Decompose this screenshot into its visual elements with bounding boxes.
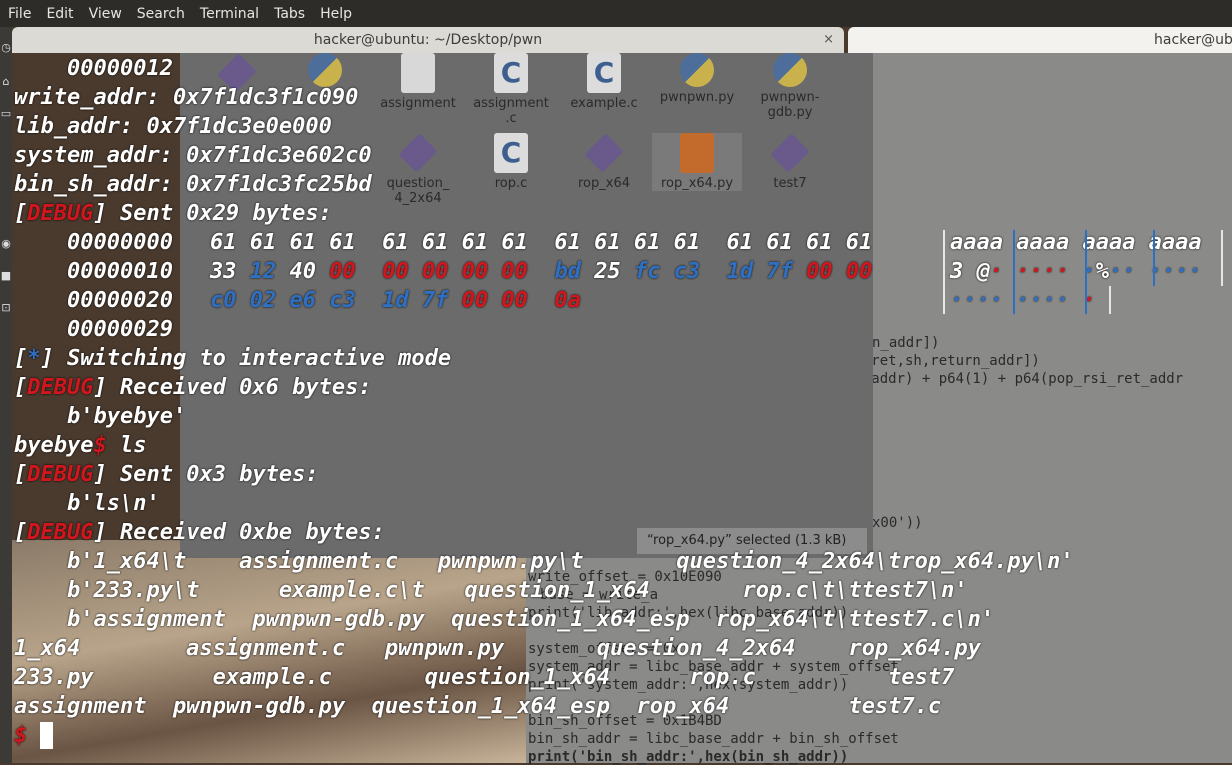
terminal-line: b'233.py\t example.c\t question_1_x64 ro… — [14, 578, 968, 603]
hexdump-bytes: c0 02 e6 c3 1d 7f 00 00 0a — [210, 288, 581, 313]
hexdump-border — [943, 230, 945, 314]
menu-tabs[interactable]: Tabs — [266, 6, 312, 22]
terminal-line: system_addr: 0x7f1dc3e602c0 — [14, 143, 372, 168]
file-item-pwnpwn-py[interactable]: pwnpwn.py — [652, 53, 742, 105]
terminal-line: [DEBUG] Received 0x6 bytes: — [14, 375, 372, 400]
hexdump-ascii: aaaa aaaa aaaa aaaa — [950, 230, 1202, 255]
file-item-pwnpwn-gdb-py[interactable]: pwnpwn- gdb.py — [745, 53, 835, 120]
terminal-line: [DEBUG] Received 0xbe bytes: — [14, 520, 385, 545]
hexdump-separator — [1085, 230, 1087, 314]
file-item-assignment-c[interactable]: Cassignment .c — [466, 53, 556, 126]
hexdump-ascii: 3 @· ···· ·%·· ···· — [950, 259, 1202, 284]
menu-terminal[interactable]: Terminal — [192, 6, 266, 22]
clock-icon[interactable]: ◷ — [0, 41, 12, 54]
terminal-title: hacker@ubuntu: ~/Desktop/pwn — [313, 32, 543, 48]
hexdump-bytes: 61 61 61 61 61 61 61 61 61 61 61 61 61 6… — [210, 230, 873, 255]
c-source-icon: C — [587, 53, 621, 93]
python-file-icon — [680, 133, 714, 173]
home-icon[interactable]: ⌂ — [0, 75, 12, 88]
terminal-line: bin_sh_addr: 0x7f1dc3fc25bd — [14, 172, 372, 197]
hexdump-ascii: ···· ···· · — [950, 288, 1096, 313]
menu-file[interactable]: File — [0, 6, 38, 22]
terminal-line: b'byebye' — [14, 404, 187, 429]
python-file-icon — [773, 53, 807, 87]
c-source-icon: C — [494, 133, 528, 173]
menu-edit[interactable]: Edit — [38, 6, 80, 22]
executable-icon — [770, 133, 810, 173]
sidebar-dock: ◷ ⌂ ▭ ◉ ■ ⊡ — [0, 27, 12, 763]
hexdump-bytes: 33 12 40 00 00 00 00 00 bd 25 fc c3 1d 7… — [210, 259, 873, 284]
terminal-line: 00000012 — [14, 56, 173, 81]
terminal-prompt-line: byebye$ ls — [14, 433, 147, 458]
file-item-assignment[interactable]: assignment — [373, 53, 463, 111]
camera-icon[interactable]: ◉ — [0, 237, 12, 250]
terminal-line: write_addr: 0x7f1dc3f1c090 — [14, 85, 359, 110]
menu-view[interactable]: View — [81, 6, 129, 22]
code-line: et_addr) + p64(1) + p64(pop_rsi_ret_addr — [846, 371, 1184, 387]
terminal-line: 1_x64 assignment.c pwnpwn.py question_4_… — [14, 636, 981, 661]
file-item-rop-c[interactable]: Crop.c — [466, 133, 556, 191]
video-icon[interactable]: ■ — [0, 269, 12, 282]
hexdump-separator — [1013, 230, 1015, 314]
terminal-line: b'assignment pwnpwn-gdb.py question_1_x6… — [14, 607, 995, 632]
menu-bar: File Edit View Search Terminal Tabs Help — [0, 0, 1232, 27]
python-file-icon — [680, 53, 714, 87]
terminal-prompt: $ — [14, 723, 28, 748]
terminal-cursor — [40, 722, 53, 749]
hexdump-offset: 00000010 — [14, 259, 173, 284]
python-file-icon — [308, 53, 342, 87]
terminal-line: [*] Switching to interactive mode — [14, 346, 452, 371]
menu-help[interactable]: Help — [312, 6, 359, 22]
file-item-rop-x64-py[interactable]: rop_x64.py — [652, 133, 742, 191]
hexdump-offset: 00000020 — [14, 288, 173, 313]
c-source-icon: C — [494, 53, 528, 93]
file-item-example-c[interactable]: Cexample.c — [559, 53, 649, 111]
terminal-titlebar[interactable]: hacker@ubuntu: ~/Desktop/pwn × — [12, 27, 844, 53]
hexdump-border — [1221, 230, 1223, 286]
terminal-line: b'ls\n' — [14, 491, 160, 516]
document-icon — [401, 53, 435, 93]
close-icon[interactable]: × — [823, 32, 834, 47]
hexdump-separator — [1153, 230, 1155, 286]
code-line: bin_sh_addr = libc_base_addr + bin_sh_of… — [528, 731, 899, 747]
terminal-line: [DEBUG] Sent 0x29 bytes: — [14, 201, 332, 226]
menu-search[interactable]: Search — [129, 6, 192, 22]
window-titlebar-secondary[interactable]: hacker@ubu — [848, 27, 1232, 53]
window-title-secondary: hacker@ubu — [1154, 32, 1232, 48]
code-line: di_ret,sh,return_addr]) — [846, 353, 1040, 369]
executable-icon — [584, 133, 624, 173]
hexdump-border — [1109, 286, 1111, 314]
executable-icon — [398, 133, 438, 173]
terminal-line: [DEBUG] Sent 0x3 bytes: — [14, 462, 319, 487]
hexdump-offset: 00000029 — [14, 317, 173, 342]
terminal-line: b'1_x64\t assignment.c pwnpwn.py\t quest… — [14, 549, 1074, 574]
code-line: n_addr]) — [872, 335, 940, 351]
file-item-test7[interactable]: test7 — [745, 133, 835, 191]
folder-icon[interactable]: ▭ — [0, 107, 12, 120]
terminal-line: 233.py example.c question_1_x64 rop.c te… — [14, 665, 955, 690]
code-line: x00')) — [872, 515, 923, 531]
trash-icon[interactable]: ⊡ — [0, 301, 12, 314]
file-item-rop-x64[interactable]: rop_x64 — [559, 133, 649, 191]
file-item-question-4-2x64[interactable]: question_ 4_2x64 — [373, 133, 463, 206]
hexdump-offset: 00000000 — [14, 230, 173, 255]
terminal-line: lib_addr: 0x7f1dc3e0e000 — [14, 114, 332, 139]
terminal-line: assignment pwnpwn-gdb.py question_1_x64_… — [14, 694, 942, 719]
